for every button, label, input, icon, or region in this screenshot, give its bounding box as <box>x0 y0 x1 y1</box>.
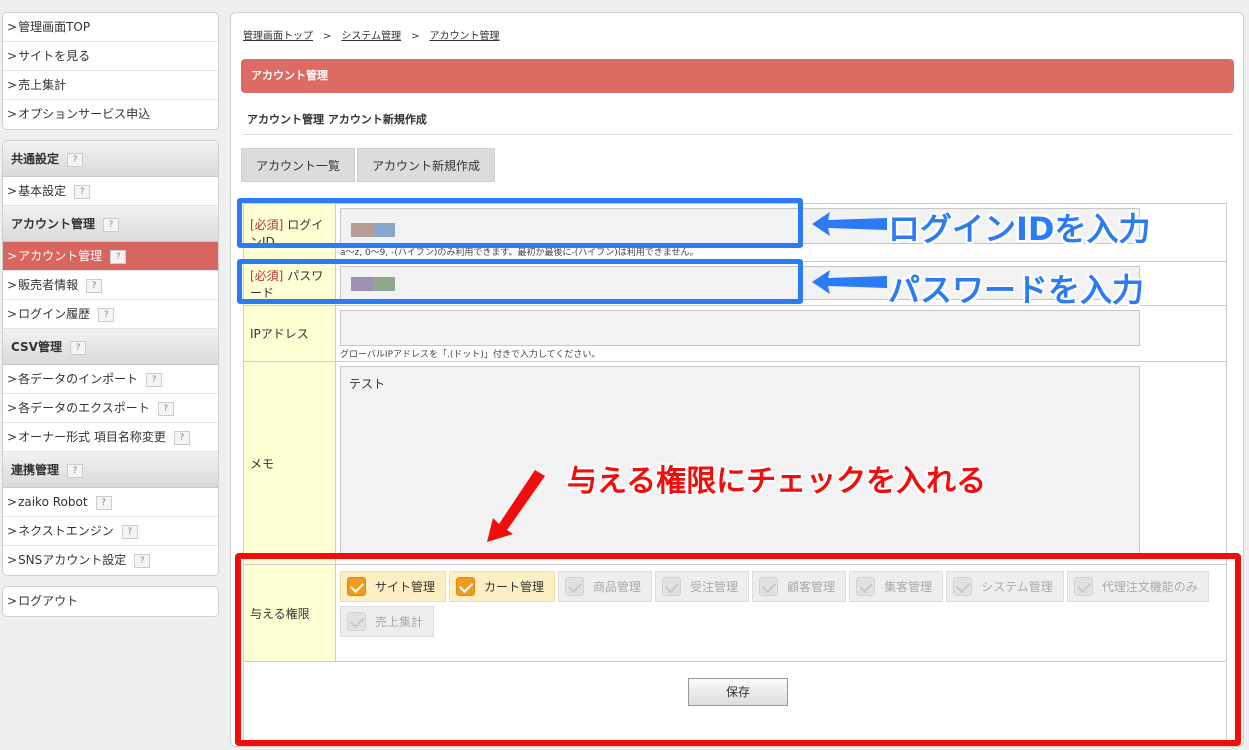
sidebar-section-account: アカウント管理? <box>3 206 218 242</box>
sidebar-section-integration: 連携管理? <box>3 452 218 488</box>
sidebar-section-csv: CSV管理? <box>3 329 218 365</box>
sidebar-item-account-management[interactable]: >アカウント管理? <box>3 242 218 271</box>
help-icon[interactable]: ? <box>157 401 174 416</box>
ip-label: IPアドレス <box>244 306 336 361</box>
help-icon[interactable]: ? <box>67 152 84 167</box>
arrow-icon <box>812 270 887 294</box>
help-icon[interactable]: ? <box>103 217 120 232</box>
sidebar-item-data-import[interactable]: >各データのインポート? <box>3 365 218 394</box>
login-id-highlight <box>237 198 803 248</box>
help-icon[interactable]: ? <box>121 524 138 539</box>
ip-hint: グローバルIPアドレスを「.(ドット)」付きで入力してください。 <box>340 350 601 360</box>
permissions-annotation: 与える権限にチェックを入れる <box>567 464 987 499</box>
login-id-annotation: ログインIDを入力 <box>888 210 1151 248</box>
sidebar-item-basic-settings[interactable]: >基本設定? <box>3 177 218 206</box>
breadcrumb-admin-top[interactable]: 管理画面トップ <box>243 31 313 42</box>
sidebar-settings-menu: 共通設定? >基本設定? アカウント管理? >アカウント管理? >販売者情報? … <box>2 140 219 576</box>
tab-account-create[interactable]: アカウント新規作成 <box>357 148 496 182</box>
arrow-icon <box>487 470 545 542</box>
help-icon[interactable]: ? <box>67 463 84 478</box>
memo-label: メモ <box>244 362 336 564</box>
help-icon[interactable]: ? <box>95 495 112 510</box>
help-icon[interactable]: ? <box>86 278 103 293</box>
help-icon[interactable]: ? <box>146 372 163 387</box>
sidebar-logout-box: >ログアウト <box>2 586 219 617</box>
sidebar-section-common: 共通設定? <box>3 141 218 177</box>
help-icon[interactable]: ? <box>173 430 190 445</box>
breadcrumb-system[interactable]: システム管理 <box>341 31 401 42</box>
tab-account-list[interactable]: アカウント一覧 <box>241 148 356 182</box>
help-icon[interactable]: ? <box>98 307 115 322</box>
sidebar-item-sales[interactable]: >売上集計 <box>3 71 218 100</box>
help-icon[interactable]: ? <box>134 553 151 568</box>
tab-bar: アカウント一覧 アカウント新規作成 <box>241 148 497 182</box>
divider <box>243 134 1233 135</box>
sidebar-item-seller-info[interactable]: >販売者情報? <box>3 271 218 300</box>
ip-input[interactable] <box>340 310 1140 346</box>
page-subtitle: アカウント管理 アカウント新規作成 <box>247 113 427 126</box>
sidebar-item-admin-top[interactable]: >管理画面TOP <box>3 13 218 42</box>
sidebar-item-zaiko-robot[interactable]: >zaiko Robot? <box>3 488 218 517</box>
sidebar-item-view-site[interactable]: >サイトを見る <box>3 42 218 71</box>
arrow-icon <box>812 212 887 236</box>
sidebar: >管理画面TOP >サイトを見る >売上集計 >オプションサービス申込 共通設定… <box>2 12 219 617</box>
sidebar-top-menu: >管理画面TOP >サイトを見る >売上集計 >オプションサービス申込 <box>2 12 219 130</box>
ip-row: IPアドレス グローバルIPアドレスを「.(ドット)」付きで入力してください。 <box>244 306 1226 362</box>
help-icon[interactable]: ? <box>69 340 86 355</box>
password-highlight <box>237 259 803 304</box>
password-annotation: パスワードを入力 <box>888 271 1145 309</box>
logout-link[interactable]: >ログアウト <box>3 587 218 616</box>
sidebar-item-option-service[interactable]: >オプションサービス申込 <box>3 100 218 129</box>
sidebar-item-next-engine[interactable]: >ネクストエンジン? <box>3 517 218 546</box>
help-icon[interactable]: ? <box>74 184 91 199</box>
permissions-highlight <box>235 553 1241 746</box>
sidebar-item-owner-format[interactable]: >オーナー形式 項目名称変更? <box>3 423 218 452</box>
breadcrumb: 管理画面トップ > システム管理 > アカウント管理 <box>243 31 500 42</box>
help-icon[interactable]: ? <box>110 249 127 264</box>
breadcrumb-account[interactable]: アカウント管理 <box>429 31 499 42</box>
page-title: アカウント管理 <box>241 59 1234 93</box>
sidebar-item-data-export[interactable]: >各データのエクスポート? <box>3 394 218 423</box>
sidebar-item-login-history[interactable]: >ログイン履歴? <box>3 300 218 329</box>
sidebar-item-sns-account[interactable]: >SNSアカウント設定? <box>3 546 218 575</box>
